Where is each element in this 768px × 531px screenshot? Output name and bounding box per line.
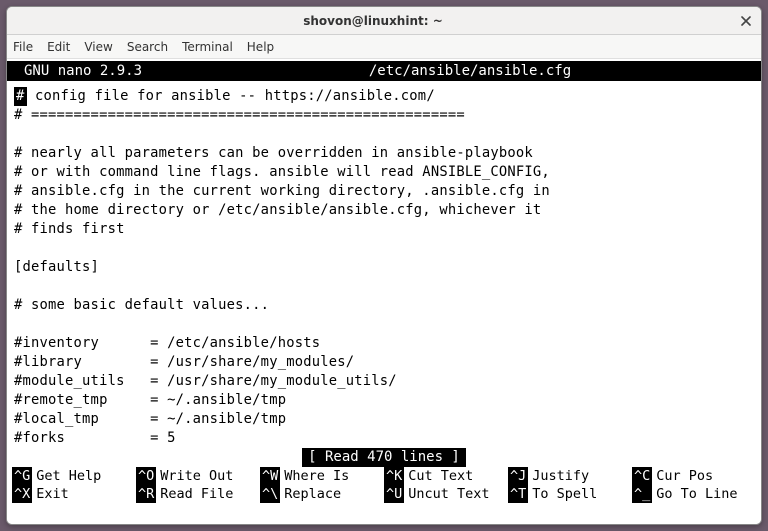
shortcut-cut-text[interactable]: ^KCut Text [384,467,508,485]
shortcut-exit[interactable]: ^XExit [12,485,136,503]
file-line: [defaults] [14,259,99,275]
file-line: # ansible.cfg in the current working dir… [14,183,550,199]
shortcut-to-spell[interactable]: ^TTo Spell [508,485,632,503]
shortcut-go-to-line[interactable]: ^_Go To Line [632,485,756,503]
file-line: # finds first [14,221,125,237]
shortcut-get-help[interactable]: ^GGet Help [12,467,136,485]
nano-shortcuts-row1: ^GGet Help ^OWrite Out ^WWhere Is ^KCut … [10,467,758,485]
menu-search[interactable]: Search [127,40,168,54]
editor-content[interactable]: ## config file for ansible -- https://an… [10,81,758,448]
menubar: File Edit View Search Terminal Help [7,35,761,59]
file-line: # the home directory or /etc/ansible/ans… [14,202,541,218]
menu-help[interactable]: Help [247,40,274,54]
shortcut-justify[interactable]: ^JJustify [508,467,632,485]
terminal-viewport[interactable]: GNU nano 2.9.3 /etc/ansible/ansible.cfg … [7,59,761,524]
menu-view[interactable]: View [84,40,112,54]
shortcut-read-file[interactable]: ^RRead File [136,485,260,503]
shortcut-replace[interactable]: ^\Replace [260,485,384,503]
file-line: # or with command line flags. ansible wi… [14,164,550,180]
nano-header: GNU nano 2.9.3 /etc/ansible/ansible.cfg [7,61,761,81]
menu-file[interactable]: File [13,40,33,54]
window-titlebar: shovon@linuxhint: ~ [7,7,761,35]
terminal-window: shovon@linuxhint: ~ File Edit View Searc… [6,6,762,525]
file-line: # ======================================… [14,107,465,123]
close-icon[interactable] [739,14,753,28]
shortcut-cur-pos[interactable]: ^CCur Pos [632,467,756,485]
shortcut-write-out[interactable]: ^OWrite Out [136,467,260,485]
file-line: # some basic default values... [14,297,269,313]
file-line: #library = /usr/share/my_modules/ [14,354,354,370]
file-line: # nearly all parameters can be overridde… [14,145,533,161]
menu-edit[interactable]: Edit [47,40,70,54]
window-title: shovon@linuxhint: ~ [7,14,739,28]
file-line: #local_tmp = ~/.ansible/tmp [14,411,286,427]
shortcut-uncut-text[interactable]: ^UUncut Text [384,485,508,503]
file-line: #remote_tmp = ~/.ansible/tmp [14,392,286,408]
nano-shortcuts-row2: ^XExit ^RRead File ^\Replace ^UUncut Tex… [10,485,758,503]
nano-status: [ Read 470 lines ] [10,448,758,467]
cursor-line-highlight: # [14,87,27,106]
nano-filepath: /etc/ansible/ansible.cfg [142,61,758,81]
nano-app-name: GNU nano 2.9.3 [10,61,142,81]
menu-terminal[interactable]: Terminal [182,40,233,54]
file-line: #inventory = /etc/ansible/hosts [14,335,320,351]
shortcut-where-is[interactable]: ^WWhere Is [260,467,384,485]
nano-status-text: [ Read 470 lines ] [302,448,466,467]
file-line: #forks = 5 [14,430,176,446]
file-line: #module_utils = /usr/share/my_module_uti… [14,373,397,389]
